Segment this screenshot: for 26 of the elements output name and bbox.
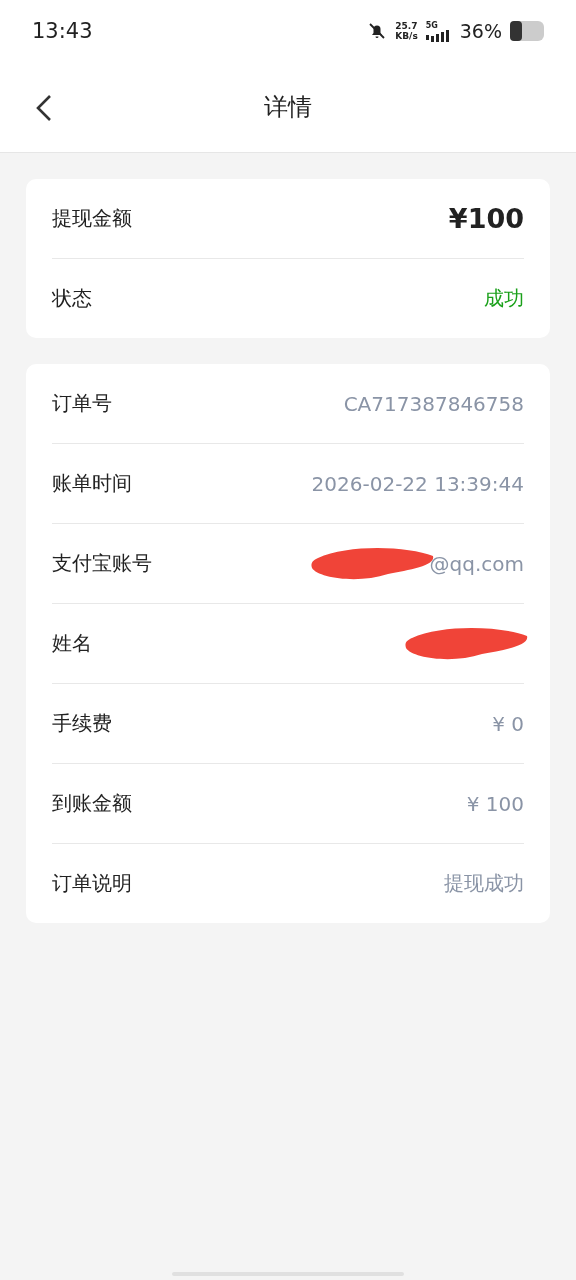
row-value: @qq.com — [429, 551, 524, 576]
speed-value: 25.7 — [395, 21, 418, 31]
row-label: 提现金额 — [52, 205, 132, 232]
status-time: 13:43 — [32, 19, 93, 43]
amount-value: ¥100 — [448, 203, 524, 234]
row-value: ¥ 0 — [492, 711, 524, 736]
row-label: 支付宝账号 — [52, 550, 152, 577]
network-label: 5G — [425, 20, 438, 30]
battery-percent: 36% — [459, 20, 502, 42]
speed-unit: KB/s — [395, 31, 418, 41]
row-label: 订单说明 — [52, 870, 132, 897]
status-value: 成功 — [484, 285, 524, 312]
row-label: 订单号 — [52, 390, 112, 417]
row-value: 2026-02-22 13:39:44 — [311, 471, 524, 496]
page-title: 详情 — [264, 92, 312, 123]
row-label: 到账金额 — [52, 790, 132, 817]
row-label: 状态 — [52, 285, 92, 312]
row-value: 提现成功 — [444, 870, 524, 897]
row-value: ¥ 100 — [466, 791, 524, 816]
battery-icon — [510, 21, 544, 41]
signal-icon — [425, 29, 452, 42]
row-label: 账单时间 — [52, 470, 132, 497]
row-value: CA717387846758 — [343, 391, 524, 416]
chevron-left-icon[interactable] — [34, 94, 54, 122]
row-label: 手续费 — [52, 710, 112, 737]
row-label: 姓名 — [52, 630, 92, 657]
